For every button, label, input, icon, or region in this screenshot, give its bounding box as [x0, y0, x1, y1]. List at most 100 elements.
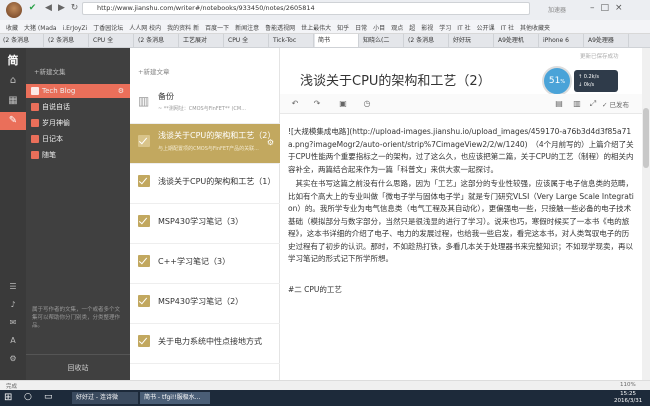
- browser-tab[interactable]: 知晓么(二: [360, 34, 404, 47]
- undo-icon[interactable]: ↶: [288, 97, 302, 111]
- browser-tab[interactable]: iPhone 6: [540, 34, 584, 47]
- scroll-thumb[interactable]: [643, 108, 649, 168]
- bookmark-item[interactable]: 百度一下: [205, 25, 229, 32]
- home-icon[interactable]: ⌂: [0, 72, 26, 90]
- bookmarks-list: 收藏 大猪 (Mada i.ErJoyZi 丁香园论坛 人人网 校内 我的资料 新百度一下…: [0, 20, 650, 35]
- bookmark-item[interactable]: 其他收藏夹: [520, 25, 550, 32]
- bookmark-item[interactable]: 超: [409, 25, 415, 32]
- note-title: 备份: [158, 92, 174, 101]
- edit-icon[interactable]: ✎: [0, 112, 26, 130]
- bookmark-item[interactable]: 日常: [355, 25, 367, 32]
- bookmark-item[interactable]: IT 社: [501, 25, 514, 32]
- bookmark-item[interactable]: 我的资料 新: [167, 25, 199, 32]
- bookmark-item[interactable]: 大猪 (Mada: [24, 25, 57, 32]
- note-item[interactable]: 浅谈关于CPU的架构和工艺（2） 与上期配置项的CMOS与FinFET产品的关联.…: [130, 124, 280, 164]
- clock-date: 2016/3/31: [614, 398, 643, 404]
- article-title[interactable]: 浅谈关于CPU的架构和工艺（2）: [300, 70, 491, 89]
- bookmark-item[interactable]: 人人网 校内: [129, 25, 161, 32]
- recycle-bin[interactable]: 回收站: [26, 354, 130, 380]
- bookmark-item[interactable]: 观点: [391, 25, 403, 32]
- bookmark-item[interactable]: 鲁能透视网: [265, 25, 295, 32]
- browser-tab[interactable]: Tick-Toc: [270, 34, 314, 47]
- note-checkbox-icon: [138, 175, 150, 187]
- browser-tab[interactable]: 工艺展对: [180, 34, 224, 47]
- bookmark-item[interactable]: 丁香园论坛: [93, 25, 123, 32]
- bookmark-item[interactable]: 世上最伟大: [301, 25, 331, 32]
- jianshu-logo[interactable]: 简: [0, 52, 26, 70]
- browser-tab[interactable]: CPU 全: [90, 34, 134, 47]
- notebook-item[interactable]: 自说自话: [26, 100, 130, 114]
- back-icon[interactable]: ◀: [42, 2, 55, 15]
- settings-icon[interactable]: ⚙: [0, 350, 26, 368]
- taskbar-app-music[interactable]: 好好过 - 连诗微: [72, 392, 138, 404]
- browser-tab[interactable]: (2 条消息: [0, 34, 44, 47]
- search-icon[interactable]: ○: [24, 392, 32, 402]
- bookmark-item[interactable]: 公开课: [477, 25, 495, 32]
- browser-tab[interactable]: (2 条消息: [405, 34, 449, 47]
- note-item[interactable]: C++学习笔记（3）: [130, 244, 280, 284]
- browser-tab[interactable]: (2 条消息: [45, 34, 89, 47]
- image-icon[interactable]: ▣: [336, 97, 350, 111]
- user-avatar[interactable]: [6, 2, 22, 18]
- browser-tab[interactable]: 好好玩: [450, 34, 494, 47]
- taskbar-app-browser[interactable]: 简书 - tfgi!!服极水...: [140, 392, 210, 404]
- bookmark-item[interactable]: 收藏: [6, 25, 18, 32]
- status-text: 完成: [6, 384, 18, 390]
- bookmark-item[interactable]: IT 社: [457, 25, 470, 32]
- note-title: MSP430学习笔记（2）: [158, 297, 244, 306]
- note-item[interactable]: MSP430学习笔记（2）: [130, 284, 280, 324]
- bookmark-item[interactable]: 知乎: [337, 25, 349, 32]
- bookmark-item[interactable]: i.ErJoyZi: [63, 25, 88, 32]
- browser-tab[interactable]: (2 条消息: [135, 34, 179, 47]
- refresh-icon[interactable]: ↻: [68, 2, 81, 15]
- bookmark-item[interactable]: 小目: [373, 25, 385, 32]
- new-notebook-link[interactable]: +新建文集: [34, 66, 65, 76]
- preview-icon[interactable]: ▥: [570, 97, 584, 111]
- browser-tab[interactable]: 简书: [315, 34, 359, 47]
- note-item[interactable]: MSP430学习笔记（3）: [130, 204, 280, 244]
- font-icon[interactable]: A: [0, 332, 26, 350]
- note-item[interactable]: ▥ 备份 ~ **测网址：CMOS与FinFET** (CM...: [130, 84, 280, 124]
- browser-shield-icon[interactable]: ✔: [26, 2, 39, 15]
- windows-start-icon[interactable]: ⊞: [4, 392, 16, 404]
- browser-tab[interactable]: A9处理器: [585, 34, 629, 47]
- browser-title-bar: ✔ ◀ ▶ ↻ http://www.jianshu.com/writer#/n…: [0, 0, 650, 20]
- notes-icon[interactable]: ▦: [0, 92, 26, 110]
- article-body[interactable]: ![大规模集成电路](http://upload-images.jianshu.…: [288, 126, 634, 296]
- task-view-icon[interactable]: ▭: [44, 392, 53, 402]
- note-settings-icon[interactable]: ⚙: [267, 138, 274, 147]
- new-note-link[interactable]: +新建文章: [138, 66, 169, 76]
- network-speed: ↑ 0.2k/s ↓ 0k/s: [574, 70, 618, 92]
- network-meter[interactable]: 51%: [542, 66, 572, 96]
- history-icon[interactable]: ◷: [360, 97, 374, 111]
- note-item[interactable]: 浅谈关于CPU的架构和工艺（1）: [130, 164, 280, 204]
- bookmark-item[interactable]: 影视: [421, 25, 433, 32]
- clock[interactable]: 15:25 2016/3/31: [614, 391, 642, 405]
- save-icon[interactable]: ▤: [552, 97, 566, 111]
- browser-tab[interactable]: A9处理机: [495, 34, 539, 47]
- browser-tab[interactable]: CPU 全: [225, 34, 269, 47]
- bookmark-item[interactable]: 新闻注意: [235, 25, 259, 32]
- notebook-item[interactable]: 日记本: [26, 132, 130, 146]
- note-item[interactable]: 关于电力系统中性点接地方式: [130, 324, 280, 364]
- address-bar[interactable]: http://www.jianshu.com/writer#/notebooks…: [82, 2, 530, 15]
- fullscreen-icon[interactable]: ⤢: [586, 97, 600, 111]
- editor-scrollbar[interactable]: [642, 48, 650, 380]
- bookmark-item[interactable]: 学习: [439, 25, 451, 32]
- notebook-label: 自说自话: [42, 103, 70, 111]
- note-title: 浅谈关于CPU的架构和工艺（2）: [158, 131, 276, 140]
- window-controls[interactable]: –□×: [590, 3, 629, 13]
- note-file-icon: ▥: [138, 94, 150, 108]
- redo-icon[interactable]: ↷: [310, 97, 324, 111]
- forward-icon[interactable]: ▶: [55, 2, 68, 15]
- notebook-settings-icon[interactable]: ⚙: [118, 84, 124, 98]
- note-checkbox-icon: [138, 255, 150, 267]
- bell-icon[interactable]: ♪: [0, 296, 26, 314]
- notebook-item[interactable]: 随笔: [26, 148, 130, 162]
- chat-icon[interactable]: ✉: [0, 314, 26, 332]
- zoom-level[interactable]: 110%: [620, 382, 636, 388]
- menu-icon[interactable]: ☰: [0, 278, 26, 296]
- notebook-item[interactable]: 岁月神偷: [26, 116, 130, 130]
- published-button[interactable]: ✓ 已发布: [602, 99, 629, 109]
- notebook-item[interactable]: Tech Blog ⚙: [26, 84, 130, 98]
